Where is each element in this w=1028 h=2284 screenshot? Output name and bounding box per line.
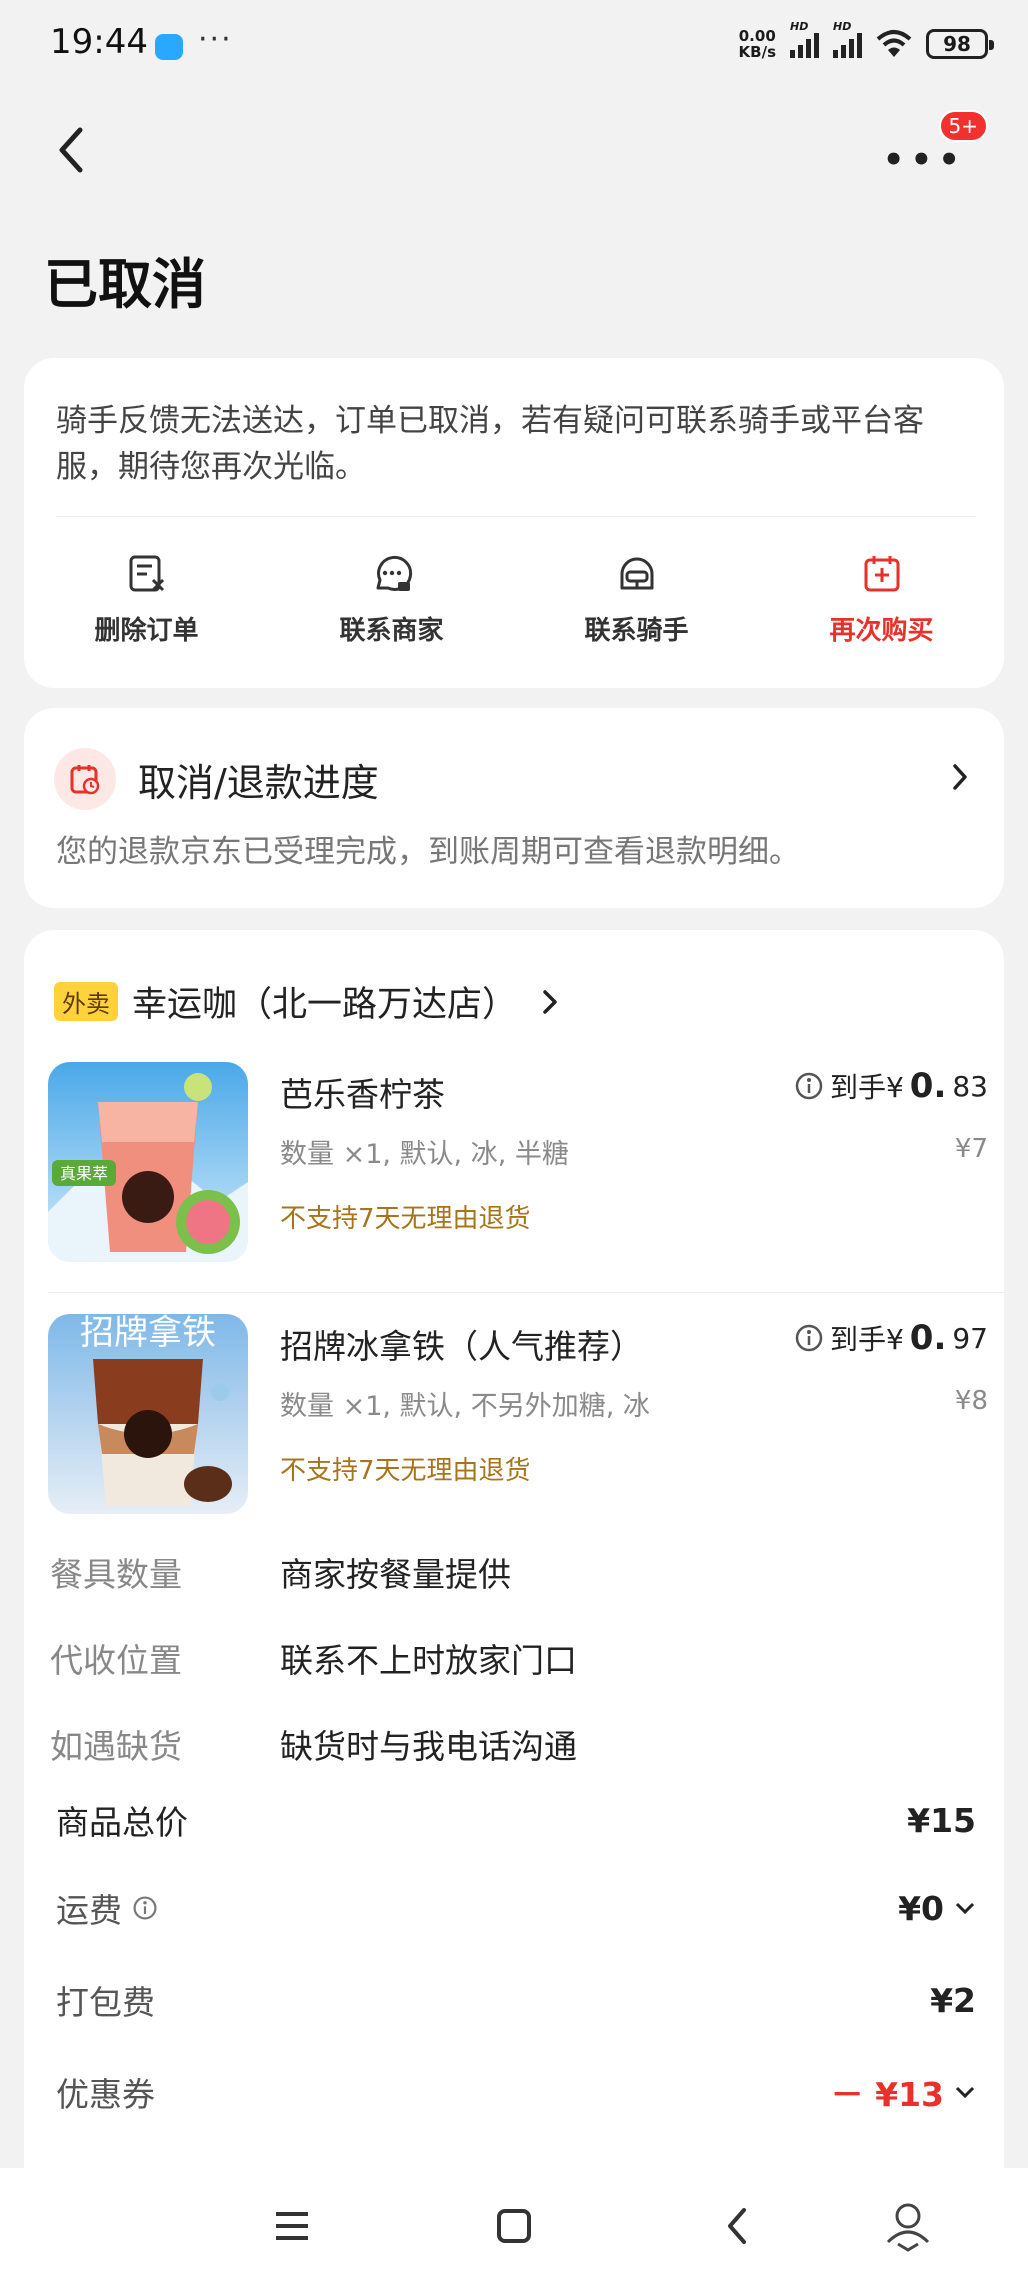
calendar-plus-icon [864, 556, 899, 592]
rider-helmet-icon [620, 557, 653, 590]
system-nav-bar [0, 2168, 1028, 2284]
delivery-tag: 外卖 [54, 982, 118, 1021]
item-spec: 数量 ×1, 默认, 冰, 半糖 [280, 1139, 569, 1170]
wifi-icon [876, 30, 912, 57]
delete-order-label: 删除订单 [94, 616, 199, 646]
return-policy: 不支持7天无理由退货 [280, 1204, 531, 1234]
coupon-row[interactable]: 优惠券 － ¥13 [56, 2068, 976, 2116]
net-speed: 0.00 KB/s [738, 27, 776, 61]
shop-name: 幸运咖（北一路万达店） [132, 985, 518, 1025]
refund-description: 您的退款京东已受理完成，到账周期可查看退款明细。 [56, 834, 800, 870]
more-options-button[interactable]: ••• [883, 140, 966, 180]
detail-row-pickup-location: 代收位置 联系不上时放家门口 [50, 1641, 577, 1680]
buy-again-label: 再次购买 [829, 616, 934, 646]
item-price: 到手¥ 0. 97 [794, 1318, 988, 1358]
order-detail-card: 外卖 幸运咖（北一路万达店） 真果萃 芭乐香柠茶 数量 ×1, 默认, 冰, 半… [24, 930, 1004, 2270]
signal-icon-2: HD [833, 20, 862, 58]
order-item[interactable]: 真果萃 芭乐香柠茶 数量 ×1, 默认, 冰, 半糖 不支持7天无理由退货 到手… [48, 1062, 988, 1272]
menu-icon[interactable] [272, 2206, 312, 2246]
back-button[interactable] [52, 120, 92, 180]
order-status-card: 骑手反馈无法送达，订单已取消，若有疑问可联系骑手或平台客服，期待您再次光临。 删… [24, 358, 1004, 688]
page-title: 已取消 [44, 253, 206, 316]
info-icon[interactable] [132, 1895, 158, 1921]
buy-again-button[interactable]: 再次购买 [759, 552, 1004, 647]
nav-back-icon[interactable] [718, 2206, 758, 2246]
contact-rider-button[interactable]: 联系骑手 [514, 552, 759, 647]
status-more-dots: ··· [198, 22, 233, 57]
merchant-chat-icon [376, 555, 412, 591]
contact-merchant-button[interactable]: 联系商家 [269, 552, 514, 647]
refund-calendar-icon [54, 748, 116, 810]
chevron-down-icon [955, 1902, 975, 1915]
original-price: ¥8 [954, 1386, 988, 1416]
item-spec: 数量 ×1, 默认, 不另外加糖, 冰 [280, 1391, 650, 1422]
original-price: ¥7 [954, 1134, 988, 1164]
item-price: 到手¥ 0. 83 [794, 1066, 988, 1106]
notification-badge: 5+ [938, 110, 988, 142]
shipping-row[interactable]: 运费 ¥0 [56, 1884, 976, 1932]
chevron-down-icon [955, 2086, 975, 2099]
return-policy: 不支持7天无理由退货 [280, 1456, 531, 1486]
thumb-label: 招牌拿铁 [80, 1314, 216, 1353]
order-actions: 删除订单 联系商家 联系骑手 再次购买 [24, 552, 1004, 647]
home-icon[interactable] [494, 2206, 534, 2246]
goods-total-row: 商品总价 ¥15 [56, 1800, 976, 1843]
status-indicators: 0.00 KB/s HD HD 98 [738, 20, 994, 61]
divider [48, 1292, 1004, 1293]
order-item[interactable]: 招牌拿铁 招牌冰拿铁（人气推荐） 数量 ×1, 默认, 不另外加糖, 冰 不支持… [48, 1314, 988, 1524]
watermark-logo-icon [886, 2203, 930, 2252]
chevron-right-icon [953, 764, 967, 790]
contact-rider-label: 联系骑手 [584, 616, 689, 646]
battery-indicator: 98 [926, 29, 994, 59]
info-icon[interactable] [794, 1323, 824, 1353]
refund-title: 取消/退款进度 [138, 761, 379, 805]
item-name: 芭乐香柠茶 [280, 1075, 445, 1114]
delete-order-button[interactable]: 删除订单 [24, 552, 269, 647]
cancel-notice: 骑手反馈无法送达，订单已取消，若有疑问可联系骑手或平台客服，期待您再次光临。 [56, 403, 924, 485]
product-image: 招牌拿铁 [48, 1314, 248, 1514]
status-time: 19:44 [50, 22, 148, 62]
detail-row-cutlery: 餐具数量 商家按餐量提供 [50, 1555, 511, 1594]
divider [56, 516, 976, 517]
shop-link[interactable]: 外卖 幸运咖（北一路万达店） [54, 976, 559, 1027]
contact-merchant-label: 联系商家 [339, 616, 444, 646]
app-notification-icon [155, 34, 183, 60]
signal-icon: HD [790, 20, 819, 58]
chevron-right-icon [543, 989, 557, 1014]
detail-row-out-of-stock: 如遇缺货 缺货时与我电话沟通 [50, 1727, 577, 1766]
refund-progress-card[interactable]: 取消/退款进度 您的退款京东已受理完成，到账周期可查看退款明细。 [24, 708, 1004, 908]
packing-fee-row: 打包费 ¥2 [56, 1980, 976, 2023]
delete-order-icon [129, 555, 164, 592]
thumb-label: 真果萃 [60, 1164, 108, 1183]
item-name: 招牌冰拿铁（人气推荐） [280, 1327, 643, 1366]
product-image: 真果萃 [48, 1062, 248, 1262]
info-icon[interactable] [794, 1071, 824, 1101]
